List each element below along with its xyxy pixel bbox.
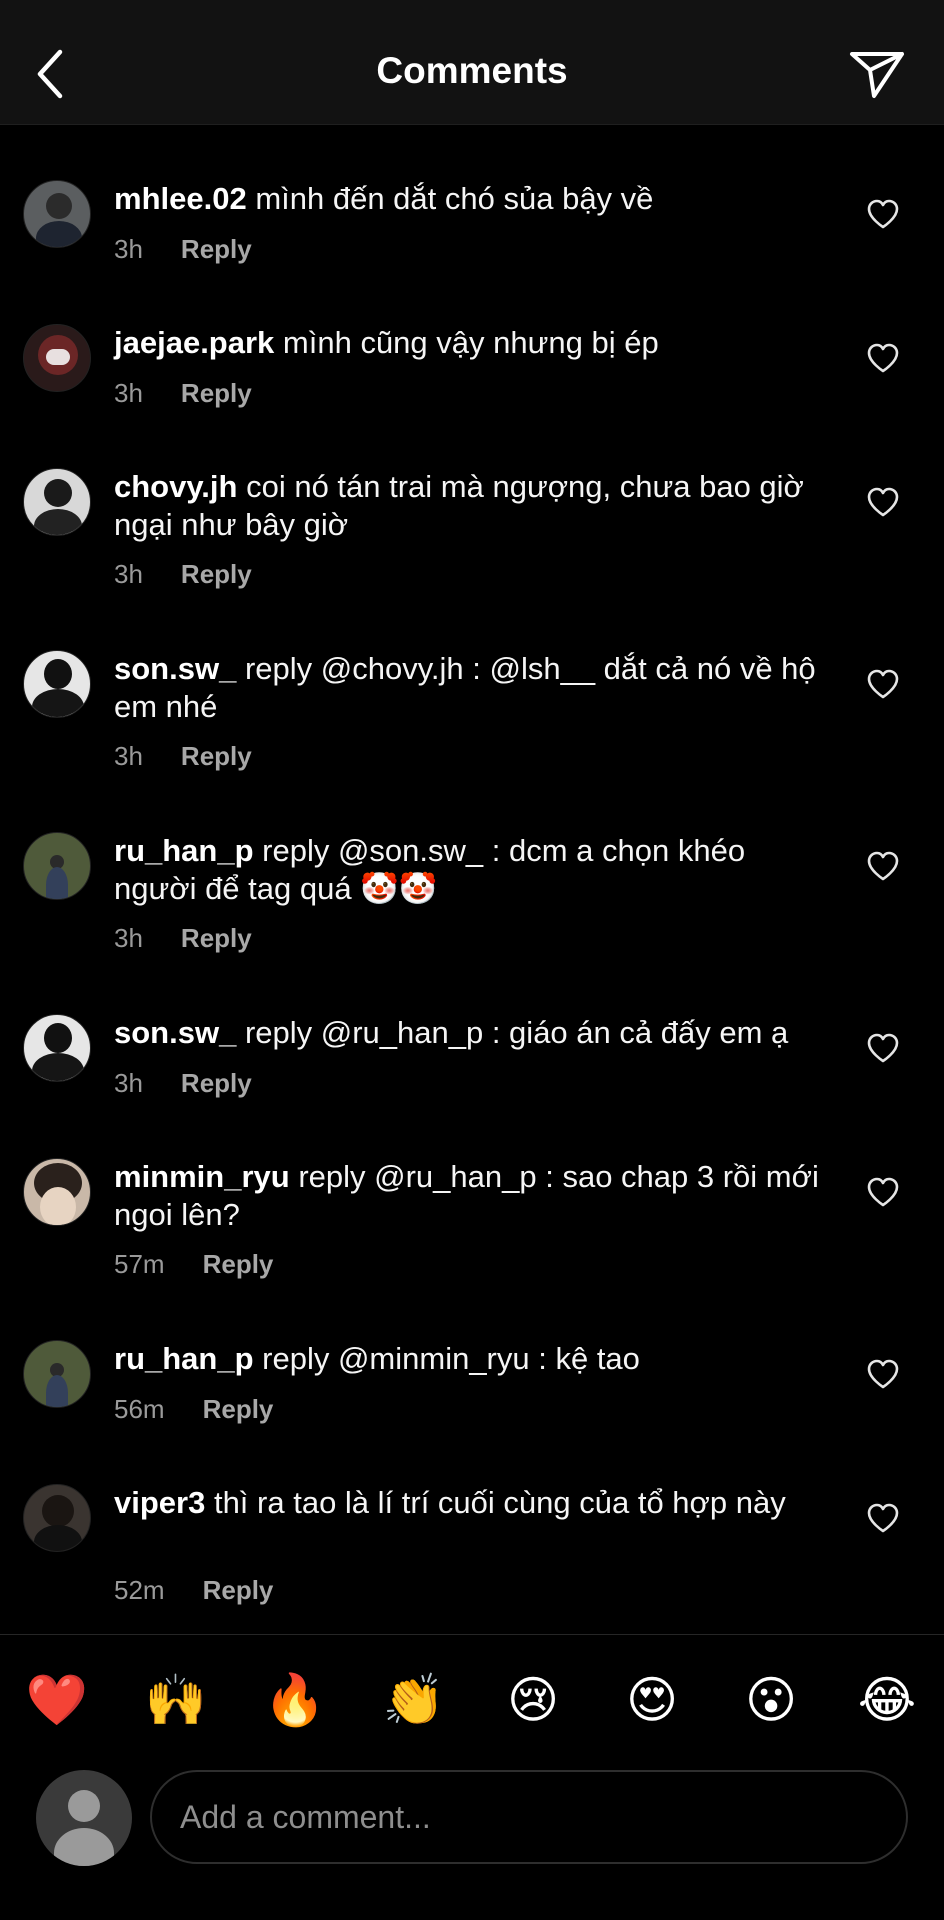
emoji-heart-eyes[interactable]: 😍 — [620, 1668, 684, 1732]
reply-button[interactable]: Reply — [181, 378, 252, 409]
emoji-clapping-hands[interactable]: 👏 — [382, 1668, 446, 1732]
like-heart-icon[interactable] — [866, 1358, 900, 1390]
comment-text: mình cũng vậy nhưng bị ép — [274, 325, 659, 360]
page-title: Comments — [376, 50, 568, 91]
user-avatar-placeholder-icon — [36, 1770, 132, 1866]
comment-time: 56m — [114, 1394, 165, 1424]
emoji-fire[interactable]: 🔥 — [263, 1668, 327, 1732]
reply-button[interactable]: Reply — [203, 1575, 274, 1606]
send-paper-plane-icon[interactable] — [848, 48, 906, 100]
divider — [0, 1634, 944, 1635]
comment-time: 3h — [114, 741, 143, 771]
comment-text: thì ra tao là lí trí cuối cùng của tổ hợ… — [205, 1485, 786, 1520]
emoji-red-heart[interactable]: ❤️ — [25, 1668, 89, 1732]
like-heart-icon[interactable] — [866, 486, 900, 518]
avatar[interactable] — [23, 832, 91, 900]
like-heart-icon[interactable] — [866, 342, 900, 374]
comment-time: 3h — [114, 559, 143, 589]
comment-text: reply @minmin_ryu : kệ tao — [253, 1341, 640, 1376]
comment-time: 3h — [114, 923, 143, 953]
comment-time: 3h — [114, 1068, 143, 1098]
emoji-tears-of-joy[interactable]: 😂 — [855, 1668, 919, 1732]
add-comment-input[interactable] — [150, 1770, 908, 1864]
comment-username[interactable]: minmin_ryu — [114, 1159, 290, 1194]
emoji-raising-hands[interactable]: 🙌 — [144, 1668, 208, 1732]
avatar[interactable] — [23, 324, 91, 392]
like-heart-icon[interactable] — [866, 850, 900, 882]
like-heart-icon[interactable] — [866, 668, 900, 700]
comment-text: mình đến dắt chó sủa bậy về — [246, 181, 654, 216]
comment-text: reply @ru_han_p : giáo án cả đấy em ạ — [236, 1015, 789, 1050]
avatar[interactable] — [23, 1484, 91, 1552]
reply-button[interactable]: Reply — [181, 923, 252, 954]
comment-time: 3h — [114, 234, 143, 264]
avatar[interactable] — [23, 1014, 91, 1082]
comment-time: 57m — [114, 1249, 165, 1279]
avatar[interactable] — [23, 1158, 91, 1226]
comment-time: 52m — [114, 1575, 165, 1605]
reply-button[interactable]: Reply — [181, 559, 252, 590]
reply-button[interactable]: Reply — [181, 741, 252, 772]
comment-username[interactable]: ru_han_p — [114, 1341, 254, 1376]
comment-username[interactable]: viper3 — [114, 1485, 205, 1520]
reply-button[interactable]: Reply — [181, 234, 252, 265]
comment-username[interactable]: ru_han_p — [114, 833, 254, 868]
top-bar: Comments — [0, 0, 944, 125]
comment-time: 3h — [114, 378, 143, 408]
like-heart-icon[interactable] — [866, 1502, 900, 1534]
like-heart-icon[interactable] — [866, 1176, 900, 1208]
comment-username[interactable]: son.sw_ — [114, 651, 236, 686]
emoji-crying-face[interactable]: 😢 — [501, 1668, 565, 1732]
reply-button[interactable]: Reply — [203, 1394, 274, 1425]
like-heart-icon[interactable] — [866, 198, 900, 230]
avatar[interactable] — [23, 180, 91, 248]
comment-username[interactable]: chovy.jh — [114, 469, 237, 504]
avatar[interactable] — [23, 650, 91, 718]
reply-button[interactable]: Reply — [181, 1068, 252, 1099]
reply-button[interactable]: Reply — [203, 1249, 274, 1280]
avatar[interactable] — [23, 468, 91, 536]
comment-username[interactable]: mhlee.02 — [114, 181, 247, 216]
like-heart-icon[interactable] — [866, 1032, 900, 1064]
avatar[interactable] — [23, 1340, 91, 1408]
emoji-surprised-face[interactable]: 😮 — [739, 1668, 803, 1732]
comment-username[interactable]: son.sw_ — [114, 1015, 236, 1050]
comment-username[interactable]: jaejae.park — [114, 325, 274, 360]
emoji-reaction-bar: ❤️ 🙌 🔥 👏 😢 😍 😮 😂 — [0, 1668, 944, 1732]
